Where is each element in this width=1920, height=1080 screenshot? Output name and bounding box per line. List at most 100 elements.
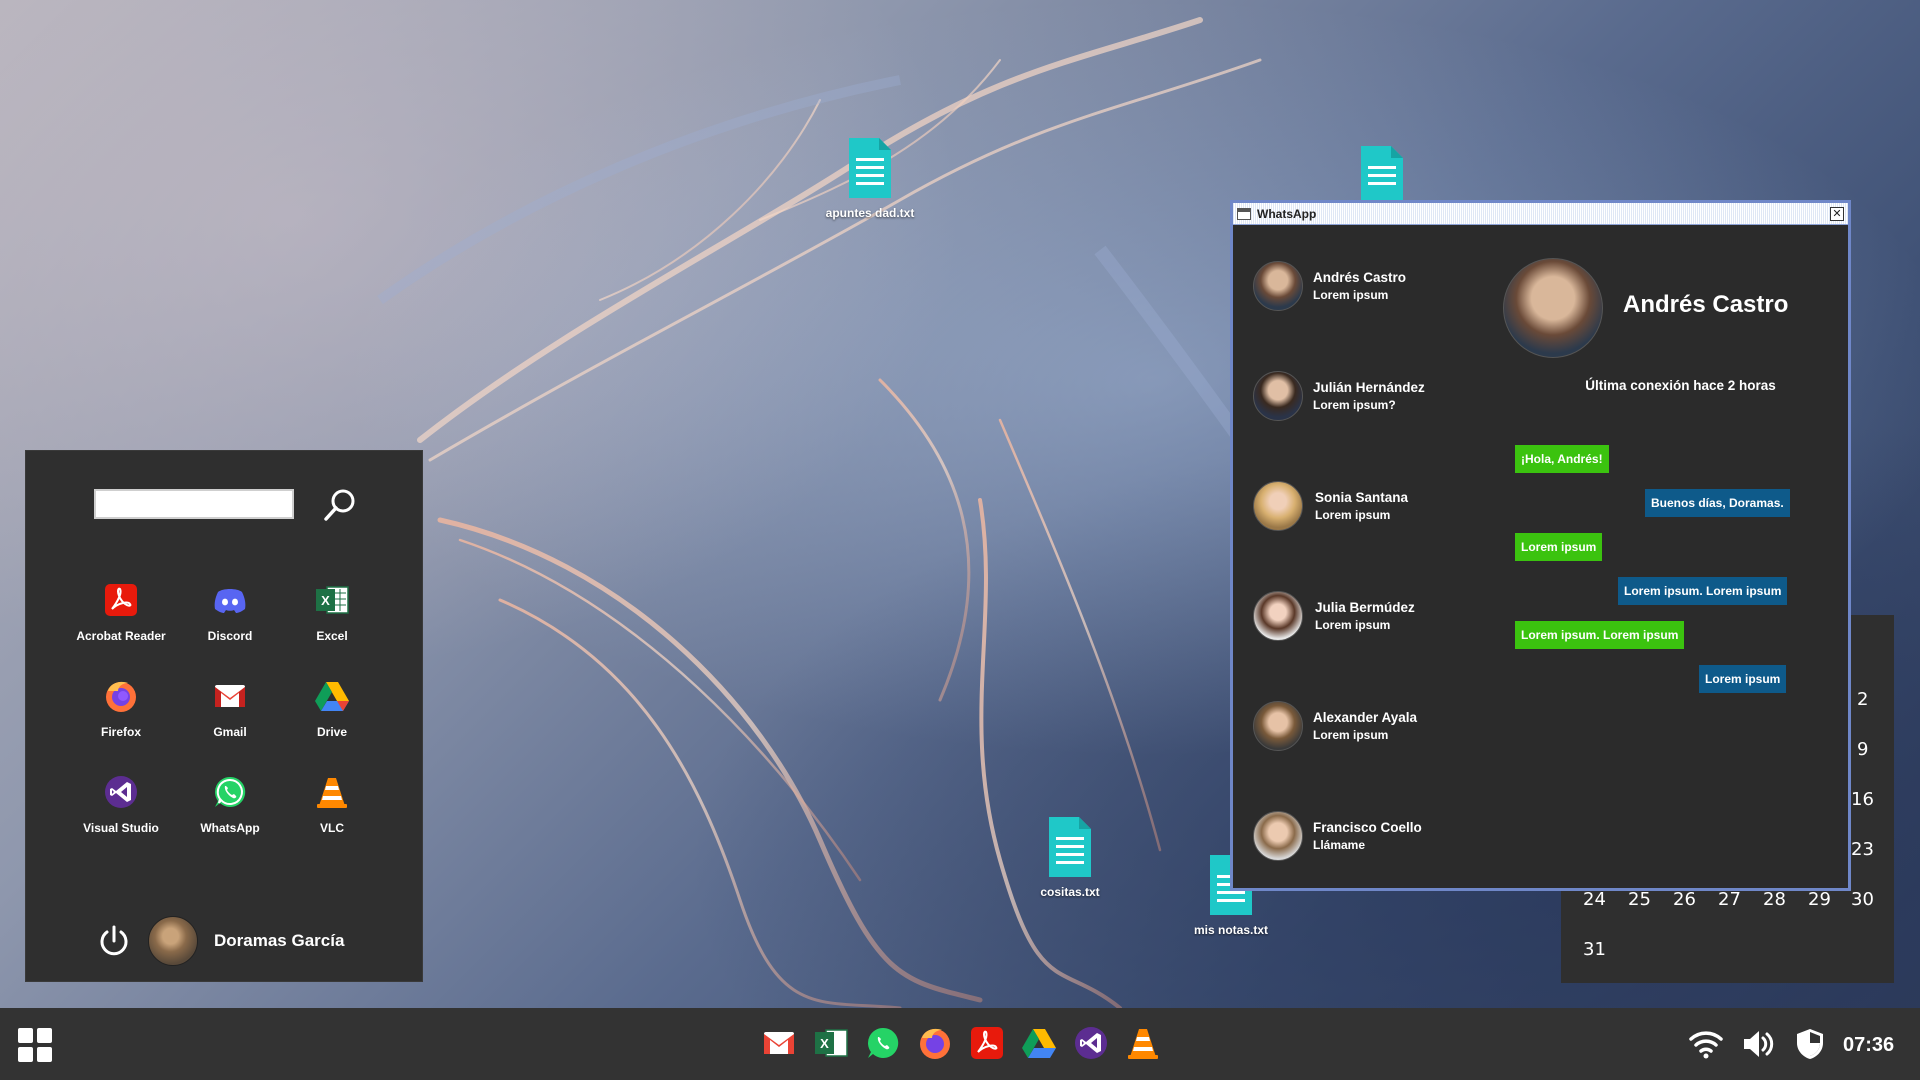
contact-name: Julián Hernández — [1313, 380, 1425, 395]
message-bubble-outgoing: Lorem ipsum. Lorem ipsum — [1618, 577, 1788, 605]
visual-studio-icon[interactable] — [1072, 1024, 1110, 1062]
contact-item[interactable]: Francisco Coello Llámame — [1253, 808, 1513, 864]
app-gmail[interactable]: Gmail — [175, 677, 285, 739]
vlc-icon — [317, 778, 347, 808]
svg-text:X: X — [321, 593, 330, 608]
contact-item[interactable]: Alexander Ayala Lorem ipsum — [1253, 698, 1513, 754]
contact-name: Andrés Castro — [1313, 270, 1407, 285]
text-file-icon — [849, 138, 891, 198]
calendar-day[interactable]: 9 — [1857, 739, 1868, 760]
acrobat-icon — [105, 584, 137, 616]
calendar-day[interactable]: 26 — [1673, 889, 1696, 910]
avatar — [1253, 811, 1303, 861]
window-title: WhatsApp — [1257, 206, 1317, 221]
contact-last-message: Llámame — [1313, 838, 1366, 852]
message-bubble-incoming: Lorem ipsum — [1515, 533, 1603, 561]
calendar-day[interactable]: 23 — [1851, 839, 1874, 860]
contact-name: Alexander Ayala — [1313, 710, 1418, 725]
contact-last-message: Lorem ipsum — [1313, 288, 1389, 302]
desktop-file-cositas[interactable]: cositas.txt — [1010, 815, 1130, 899]
message-bubble-outgoing: Buenos días, Doramas. — [1645, 489, 1790, 517]
chat-last-seen: Última conexión hace 2 horas — [1585, 378, 1776, 393]
avatar — [1253, 371, 1303, 421]
volume-icon[interactable] — [1740, 1026, 1776, 1062]
calendar-day[interactable]: 30 — [1851, 889, 1874, 910]
whatsapp-icon[interactable] — [864, 1024, 902, 1062]
app-drive[interactable]: Drive — [277, 677, 387, 739]
calendar-day[interactable]: 16 — [1851, 789, 1874, 810]
avatar[interactable] — [148, 916, 198, 966]
app-firefox[interactable]: Firefox — [66, 677, 176, 739]
drive-icon[interactable] — [1020, 1024, 1058, 1062]
acrobat-icon[interactable] — [968, 1024, 1006, 1062]
firefox-icon[interactable] — [916, 1024, 954, 1062]
calendar-day[interactable]: 28 — [1763, 889, 1786, 910]
start-icon — [18, 1028, 33, 1043]
app-label: Visual Studio — [83, 821, 159, 835]
whatsapp-icon — [215, 776, 246, 807]
search-button[interactable] — [318, 483, 362, 527]
firefox-icon — [106, 681, 136, 712]
avatar — [1253, 701, 1303, 751]
avatar — [1253, 261, 1303, 311]
app-label: Excel — [316, 629, 348, 643]
start-icon — [37, 1028, 52, 1043]
app-acrobat-reader[interactable]: Acrobat Reader — [66, 581, 176, 643]
contact-item[interactable]: Andrés Castro Lorem ipsum — [1253, 258, 1513, 314]
start-menu-footer: Doramas García — [96, 913, 344, 969]
contact-name: Francisco Coello — [1313, 820, 1422, 835]
app-label: VLC — [320, 821, 344, 835]
chat-avatar — [1503, 258, 1603, 358]
gmail-icon[interactable] — [760, 1024, 798, 1062]
message-bubble-outgoing: Lorem ipsum — [1699, 665, 1787, 693]
app-label: Gmail — [213, 725, 247, 739]
contact-item[interactable]: Julia Bermúdez Lorem ipsum — [1253, 588, 1513, 644]
power-icon[interactable] — [96, 923, 132, 959]
app-visual-studio[interactable]: Visual Studio — [66, 773, 176, 835]
search-icon — [324, 489, 355, 521]
text-file-icon — [1049, 817, 1091, 877]
contact-last-message: Lorem ipsum — [1313, 728, 1389, 742]
app-label: Drive — [316, 725, 348, 739]
gmail-icon — [215, 685, 245, 707]
clock[interactable]: 07:36 — [1843, 1034, 1894, 1057]
app-label: Discord — [207, 629, 253, 643]
shield-icon[interactable] — [1792, 1026, 1828, 1062]
calendar-day[interactable]: 31 — [1583, 939, 1606, 960]
calendar-day[interactable]: 25 — [1628, 889, 1651, 910]
start-icon — [18, 1047, 33, 1062]
desktop-file-apuntes[interactable]: apuntes dad.txt — [810, 136, 930, 220]
window-titlebar[interactable]: WhatsApp ✕ — [1233, 203, 1848, 225]
avatar — [1253, 591, 1303, 641]
app-label: Acrobat Reader — [76, 629, 166, 643]
start-menu: Acrobat Reader Discord X Excel Firefox G… — [25, 450, 423, 982]
contact-name: Julia Bermúdez — [1315, 600, 1415, 615]
app-label: WhatsApp — [200, 821, 260, 835]
search-input[interactable] — [94, 489, 294, 519]
user-name: Doramas García — [214, 931, 345, 950]
contact-item[interactable]: Julián Hernández Lorem ipsum? — [1253, 368, 1513, 424]
app-discord[interactable]: Discord — [175, 581, 285, 643]
calendar-day[interactable]: 2 — [1857, 689, 1868, 710]
svg-text:X: X — [820, 1036, 829, 1051]
wifi-icon[interactable] — [1688, 1026, 1724, 1062]
excel-icon[interactable]: X — [812, 1024, 850, 1062]
desktop-file-hidden[interactable] — [1322, 144, 1442, 208]
taskbar: X 07:36 — [0, 1008, 1920, 1080]
app-vlc[interactable]: VLC — [277, 773, 387, 835]
start-icon — [37, 1047, 52, 1062]
app-excel[interactable]: X Excel — [277, 581, 387, 643]
chat-contact-name: Andrés Castro — [1623, 291, 1789, 318]
calendar-day[interactable]: 29 — [1808, 889, 1831, 910]
contact-item[interactable]: Sonia Santana Lorem ipsum — [1253, 478, 1513, 534]
excel-icon: X — [316, 586, 349, 614]
start-button[interactable] — [18, 1028, 52, 1062]
app-label: Firefox — [100, 725, 141, 739]
calendar-day[interactable]: 27 — [1718, 889, 1741, 910]
app-whatsapp[interactable]: WhatsApp — [175, 773, 285, 835]
contact-name: Sonia Santana — [1315, 490, 1409, 505]
calendar-day[interactable]: 24 — [1583, 889, 1606, 910]
contact-last-message: Lorem ipsum — [1315, 618, 1391, 632]
vlc-icon[interactable] — [1124, 1024, 1162, 1062]
close-button[interactable]: ✕ — [1830, 206, 1844, 221]
